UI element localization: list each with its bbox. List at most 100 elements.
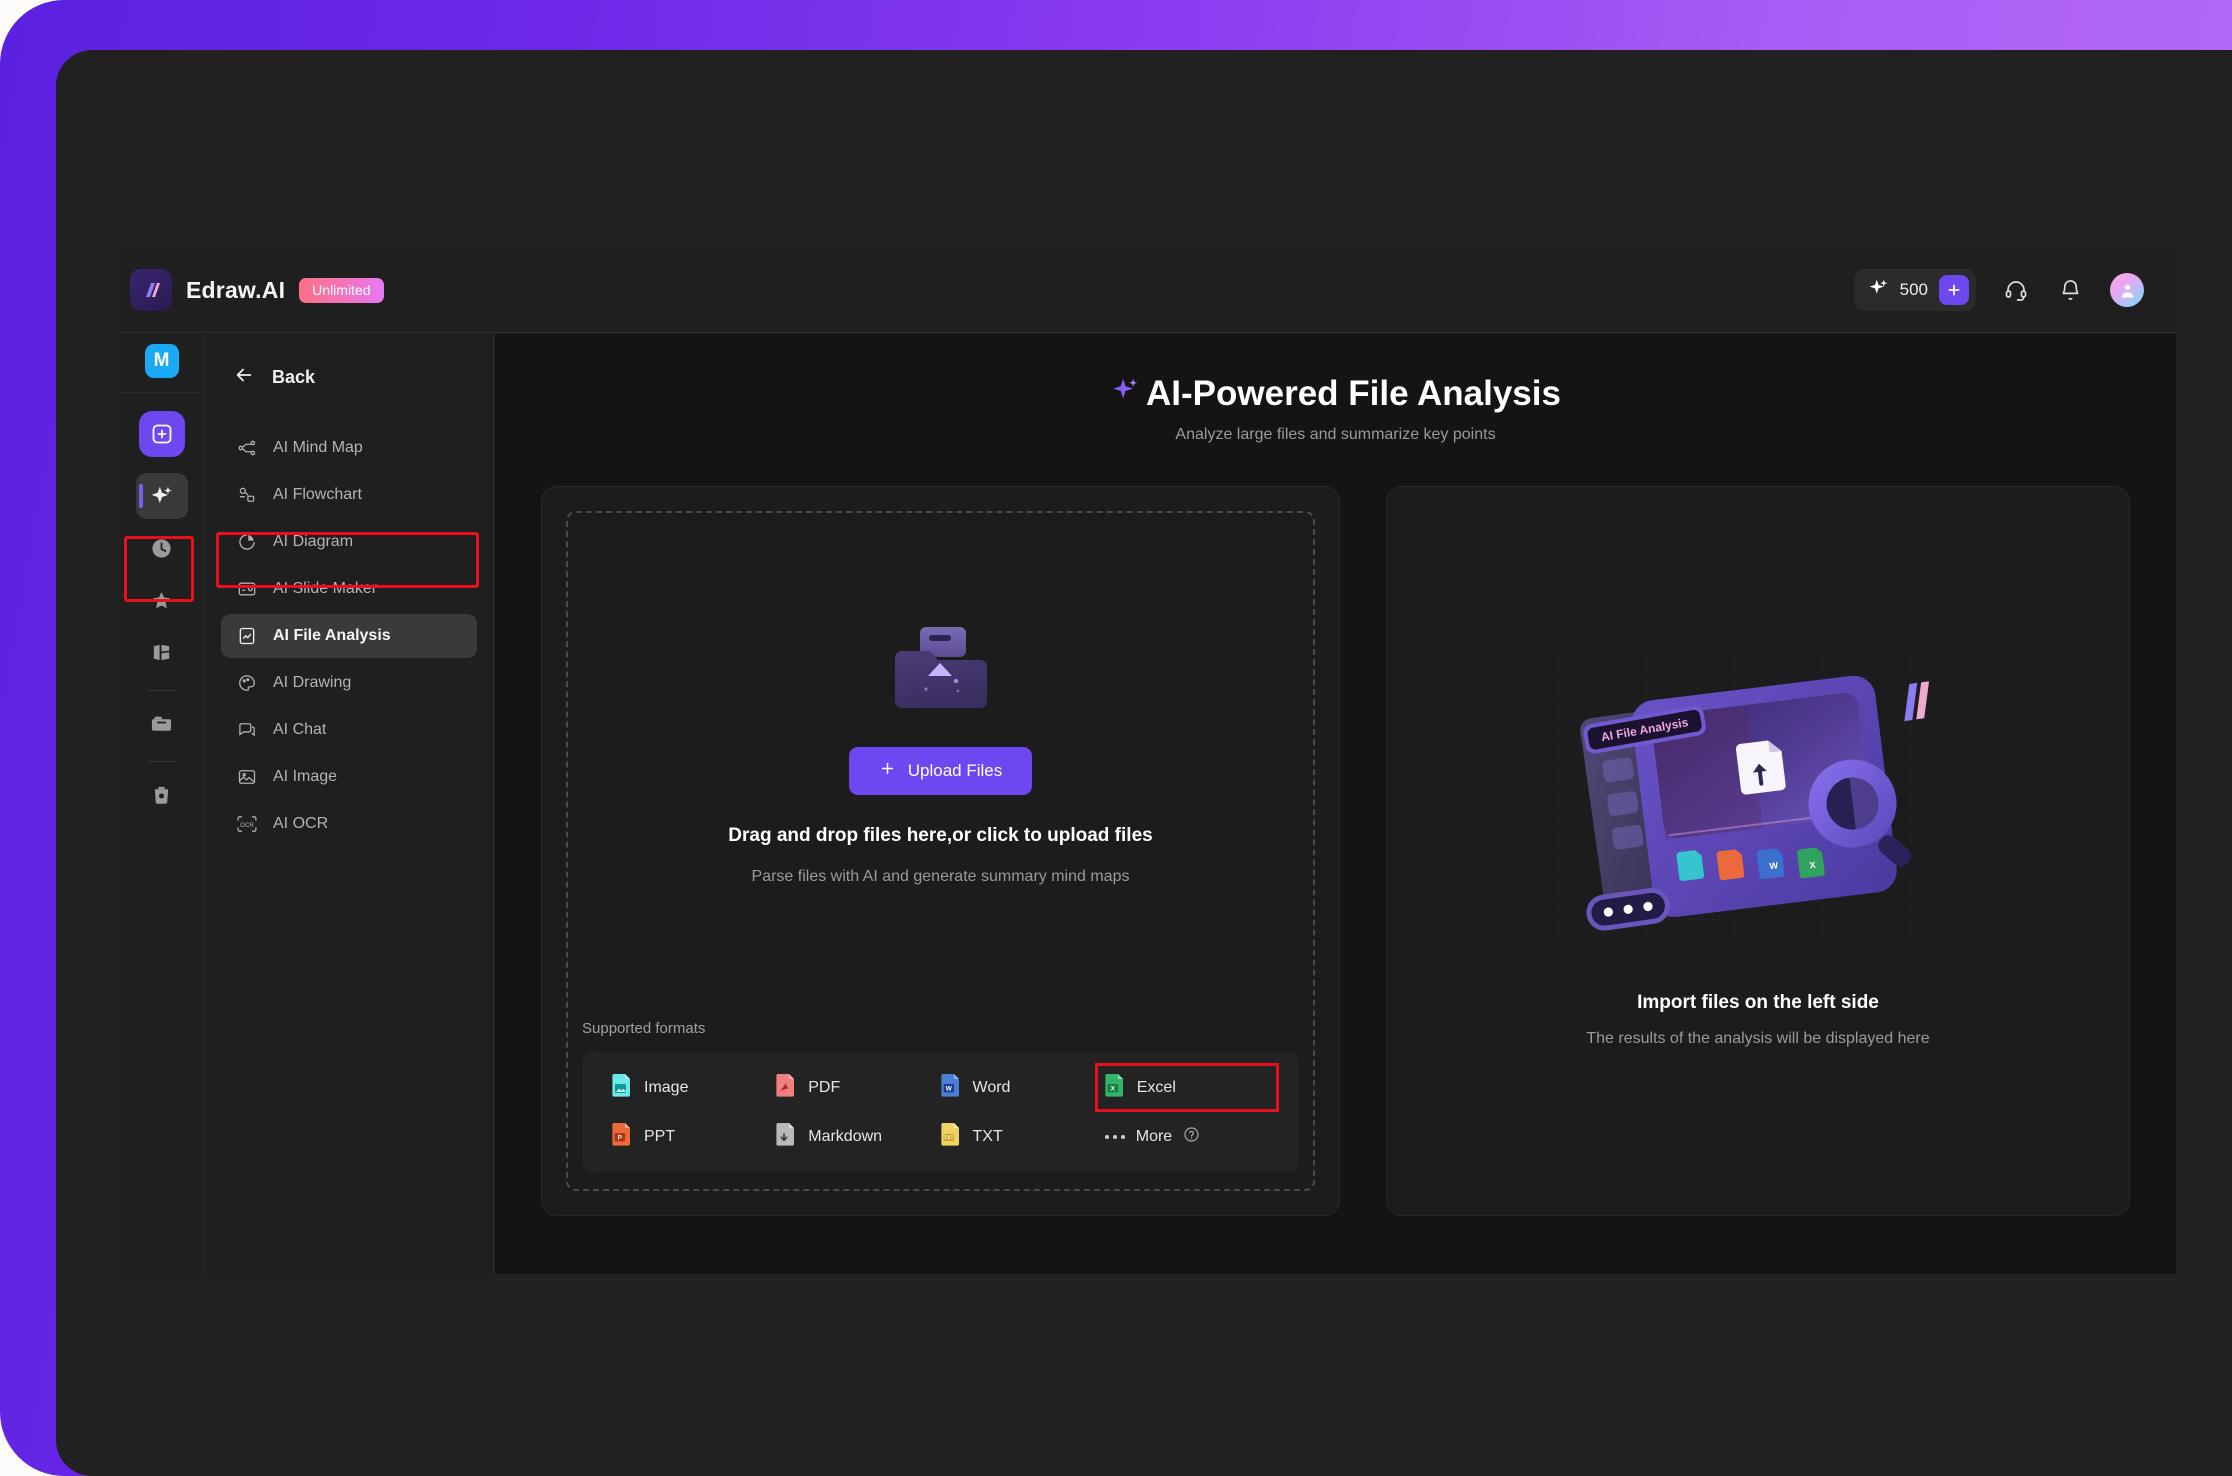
supported-formats-grid: Image PDF W Word X Excel P PPT Markdown …: [582, 1051, 1299, 1173]
txt-file-icon: TXT: [940, 1122, 961, 1151]
svg-text:TXT: TXT: [944, 1136, 953, 1142]
rail-separator: [120, 392, 204, 393]
file-analysis-icon: [236, 625, 258, 647]
bell-icon[interactable]: [2056, 276, 2084, 304]
format-chip-more[interactable]: More: [1104, 1122, 1269, 1151]
word-file-icon: W: [940, 1073, 961, 1102]
sidebar-item-ai-tools[interactable]: [135, 473, 188, 519]
edraw-logo-icon: [130, 269, 172, 311]
decorative-purple-frame: Edraw.AI Unlimited 500 M Back AI Mind Ma…: [0, 0, 2232, 1476]
format-label: Markdown: [808, 1127, 883, 1145]
help-circle-icon[interactable]: [1183, 1126, 1200, 1148]
format-chip-word[interactable]: W Word: [940, 1073, 1105, 1102]
nav-label: AI Diagram: [273, 533, 354, 550]
dropzone-hint-text: Parse files with AI and generate summary…: [751, 868, 1130, 885]
headset-icon[interactable]: [2002, 276, 2030, 304]
app-icon[interactable]: M: [144, 344, 179, 378]
nav-label: AI File Analysis: [273, 627, 391, 644]
format-label: Image: [644, 1078, 689, 1096]
svg-text:W: W: [945, 1086, 952, 1093]
nav-item-ai-file-analysis[interactable]: AI File Analysis: [221, 614, 477, 658]
plan-badge: Unlimited: [299, 277, 384, 303]
tools-nav-panel: Back AI Mind Map AI Flowchart AI Diagram…: [205, 334, 494, 1274]
page-title-text: AI-Powered File Analysis: [1146, 374, 1561, 413]
nav-label: AI Image: [273, 768, 338, 785]
nav-label: AI Flowchart: [273, 486, 362, 503]
sparkle-icon: [1110, 374, 1140, 414]
nav-item-ai-ocr[interactable]: OCR AI OCR: [221, 802, 477, 846]
chat-icon: [236, 719, 258, 741]
file-dropzone[interactable]: Upload Files Drag and drop files here,or…: [566, 511, 1315, 1191]
svg-text:OCR: OCR: [240, 822, 254, 829]
nav-item-ai-flowchart[interactable]: AI Flowchart: [221, 473, 477, 517]
nav-label: AI Mind Map: [273, 439, 363, 456]
svg-text:P: P: [618, 1135, 623, 1142]
credits-pill[interactable]: 500: [1853, 269, 1976, 311]
main-content: AI-Powered File Analysis Analyze large f…: [495, 334, 2176, 1274]
rail-divider: [147, 690, 176, 691]
dropzone-primary-text: Drag and drop files here,or click to upl…: [728, 825, 1153, 846]
pdf-file-icon: [776, 1073, 796, 1102]
format-chip-markdown[interactable]: Markdown: [776, 1122, 940, 1151]
sidebar-item-new-document[interactable]: [138, 411, 185, 457]
app-header: Edraw.AI Unlimited 500: [120, 248, 2176, 333]
supported-formats-title: Supported formats: [582, 1020, 706, 1037]
sidebar-item-files[interactable]: [136, 700, 188, 746]
back-label: Back: [272, 366, 316, 387]
image-file-icon: [612, 1073, 632, 1102]
credits-count: 500: [1899, 280, 1928, 299]
nav-item-ai-slide-maker[interactable]: AI Slide Maker: [221, 567, 477, 611]
ppt-file-icon: P: [612, 1122, 632, 1151]
nav-item-ai-image[interactable]: AI Image: [221, 755, 477, 799]
palette-icon: [236, 672, 258, 694]
nav-item-ai-chat[interactable]: AI Chat: [221, 708, 477, 752]
mind-map-icon: [236, 437, 258, 459]
brand-area: Edraw.AI Unlimited: [130, 269, 384, 311]
svg-text:X: X: [1110, 1086, 1115, 1093]
back-button[interactable]: Back: [205, 362, 493, 392]
upload-files-button[interactable]: Upload Files: [848, 747, 1033, 795]
format-label: TXT: [972, 1127, 1003, 1145]
brand-name: Edraw.AI: [186, 276, 286, 303]
nav-label: AI Slide Maker: [273, 580, 378, 597]
sidebar-item-trash[interactable]: [136, 771, 188, 817]
nav-item-ai-diagram[interactable]: AI Diagram: [221, 520, 477, 564]
svg-text:W: W: [1769, 860, 1779, 871]
add-credits-button[interactable]: [1939, 275, 1969, 305]
format-chip-excel[interactable]: X Excel: [1094, 1063, 1280, 1112]
format-chip-txt[interactable]: TXT TXT: [940, 1122, 1105, 1151]
flowchart-icon: [236, 484, 258, 506]
page-subtitle: Analyze large files and summarize key po…: [1175, 426, 1496, 443]
format-label: PDF: [808, 1078, 841, 1096]
nav-label: AI Drawing: [273, 674, 352, 691]
nav-item-ai-mind-map[interactable]: AI Mind Map: [221, 426, 477, 470]
format-label: Word: [972, 1078, 1011, 1096]
svg-text:X: X: [1809, 859, 1816, 870]
sidebar-item-recent[interactable]: [136, 525, 188, 571]
ocr-icon: OCR: [236, 813, 258, 835]
image-icon: [236, 766, 258, 788]
page-title: AI-Powered File Analysis: [541, 374, 2130, 414]
sidebar-item-templates[interactable]: [136, 629, 188, 675]
arrow-left-icon: [233, 364, 255, 391]
more-label: More: [1135, 1127, 1173, 1145]
pie-chart-icon: [236, 531, 258, 553]
nav-item-ai-drawing[interactable]: AI Drawing: [221, 661, 477, 705]
supported-formats-section: Supported formats Image PDF W Word X Exc…: [568, 1020, 1313, 1189]
slide-icon: [236, 578, 258, 600]
excel-file-icon: X: [1105, 1073, 1125, 1102]
sidebar-item-favorites[interactable]: [136, 577, 188, 623]
upload-card: Upload Files Drag and drop files here,or…: [541, 486, 1340, 1216]
sparkle-icon: [1868, 277, 1889, 303]
content-cards: Upload Files Drag and drop files here,or…: [541, 486, 2130, 1216]
header-actions: 500: [1853, 269, 2144, 311]
format-label: Excel: [1136, 1078, 1176, 1096]
result-subtitle: The results of the analysis will be disp…: [1586, 1029, 1930, 1047]
markdown-file-icon: [776, 1122, 796, 1151]
user-avatar-icon[interactable]: [2110, 273, 2144, 307]
format-chip-ppt[interactable]: P PPT: [612, 1122, 776, 1151]
plus-icon: [879, 760, 896, 782]
file-analysis-illustration: W X AI File Analysis: [1558, 654, 1958, 950]
format-chip-pdf[interactable]: PDF: [776, 1073, 940, 1102]
format-chip-image[interactable]: Image: [612, 1073, 776, 1102]
